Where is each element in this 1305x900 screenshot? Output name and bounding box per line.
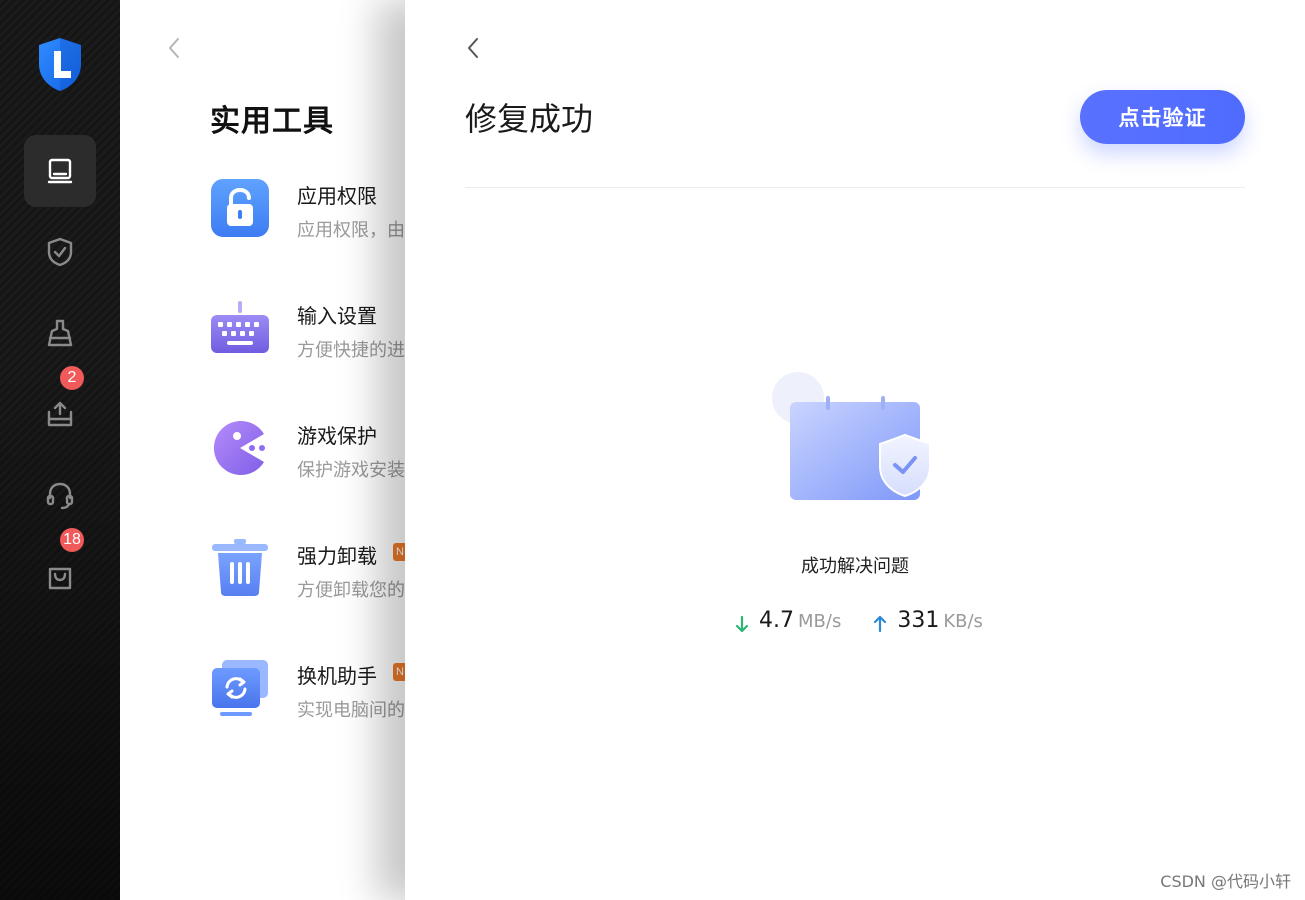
broom-icon: [47, 319, 73, 347]
lock-icon: [211, 179, 269, 237]
tool-desc: 应用权限，由: [297, 220, 405, 241]
shopping-bag-icon: [48, 567, 72, 590]
tool-desc: 方便卸载您的: [297, 580, 405, 601]
upload-box-icon: [47, 401, 73, 427]
status-text: 成功解决问题: [801, 556, 909, 577]
nav-support[interactable]: [24, 459, 96, 531]
download-speed-value: 4.7: [759, 608, 794, 633]
nav-cleanup[interactable]: [24, 297, 96, 369]
nav-computer[interactable]: [24, 135, 96, 207]
tool-desc: 方便快捷的进: [297, 340, 405, 361]
tools-panel: 实用工具 应用权限 应用权限，由 输入设置 方便快捷的进 游戏保护 保护游戏安装…: [120, 0, 420, 900]
tool-name: 游戏保护: [297, 424, 377, 448]
divider: [465, 187, 1245, 188]
tool-desc: 实现电脑间的: [297, 700, 405, 721]
keyboard-icon: [211, 301, 269, 353]
page-title: 修复成功: [465, 100, 594, 138]
trash-icon: [212, 539, 268, 596]
nav-upload[interactable]: 2: [24, 366, 96, 450]
nav-protection[interactable]: [24, 216, 96, 288]
repair-result-panel: 修复成功 点击验证 成功解决问题 4.7 MB/s 331 KB/s CSDN …: [405, 0, 1305, 900]
nav-store[interactable]: 18: [24, 528, 96, 612]
migrate-icon: [212, 660, 268, 716]
upload-speed-unit: KB/s: [943, 611, 983, 632]
upload-speed-value: 331: [897, 608, 940, 633]
back-arrow-icon[interactable]: [463, 36, 485, 60]
tool-name: 换机助手: [297, 664, 377, 688]
calendar-shield-check-icon: [772, 372, 931, 500]
app-logo: [39, 38, 81, 91]
network-speed: 4.7 MB/s 331 KB/s: [735, 608, 1015, 640]
tool-name: 输入设置: [297, 304, 377, 328]
download-speed-unit: MB/s: [798, 611, 842, 632]
download-arrow-icon: [735, 615, 749, 633]
sidebar: 2 18: [0, 0, 120, 900]
tool-name: 强力卸载: [297, 544, 377, 568]
tools-title: 实用工具: [210, 104, 334, 139]
back-arrow-icon[interactable]: [164, 36, 186, 60]
pacman-icon: [213, 421, 265, 475]
watermark: CSDN @代码小轩: [1160, 872, 1291, 891]
verify-button[interactable]: 点击验证: [1080, 90, 1245, 144]
notification-badge: 2: [60, 366, 84, 390]
shield-check-icon: [47, 237, 73, 267]
upload-arrow-icon: [874, 615, 887, 633]
notification-badge: 18: [60, 528, 84, 552]
computer-icon: [47, 158, 73, 184]
tool-name: 应用权限: [297, 184, 377, 208]
tool-desc: 保护游戏安装: [297, 460, 405, 481]
headset-icon: [46, 482, 74, 510]
